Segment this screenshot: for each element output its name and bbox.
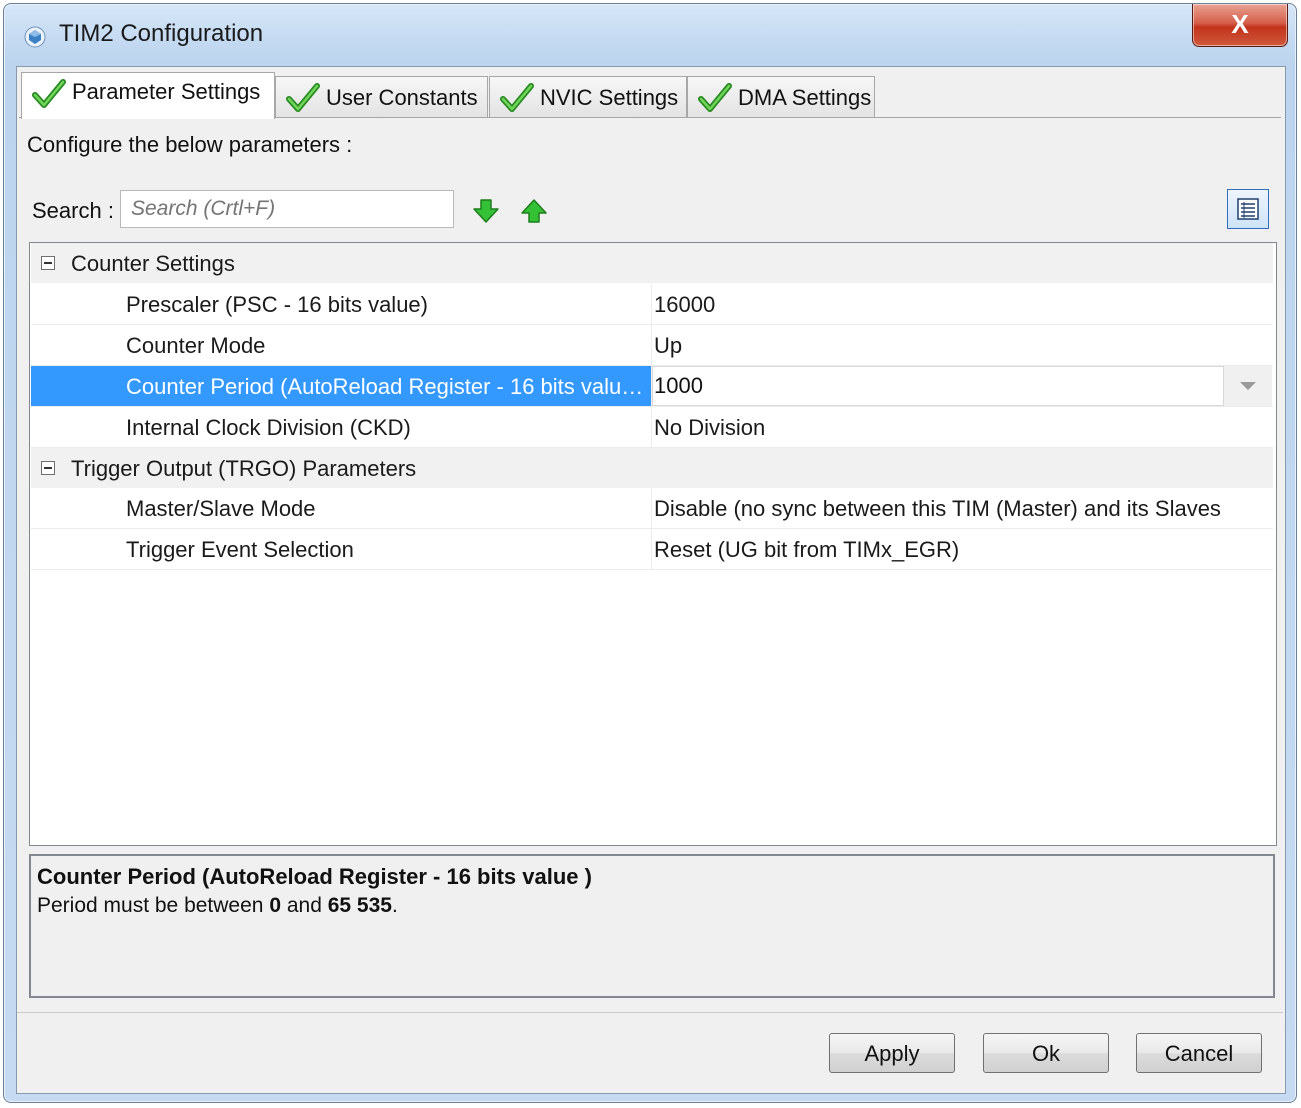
collapse-icon[interactable]: [41, 461, 55, 475]
table-row[interactable]: Master/Slave Mode Disable (no sync betwe…: [31, 488, 1273, 529]
param-name: Counter Period (AutoReload Register - 16…: [126, 374, 644, 399]
chevron-down-icon[interactable]: [1224, 366, 1272, 406]
close-button[interactable]: X: [1192, 4, 1288, 47]
app-icon: [24, 26, 46, 48]
apply-button[interactable]: Apply: [829, 1033, 955, 1073]
window-title: TIM2 Configuration: [59, 20, 264, 47]
param-name-cell: Prescaler (PSC - 16 bits value): [31, 284, 652, 324]
param-name: Prescaler (PSC - 16 bits value): [126, 292, 428, 317]
description-panel: Counter Period (AutoReload Register - 16…: [29, 854, 1275, 998]
description-text: Period must be between 0 and 65 535.: [37, 894, 398, 918]
tab-label: NVIC Settings: [540, 85, 679, 110]
arrow-up-icon[interactable]: [520, 198, 548, 224]
title-bar[interactable]: TIM2 Configuration X: [4, 4, 1296, 64]
cancel-button[interactable]: Cancel: [1136, 1033, 1262, 1073]
param-value-cell[interactable]: Disable (no sync between this TIM (Maste…: [652, 488, 1273, 528]
parameter-settings-panel: Configure the below parameters : Search …: [19, 117, 1281, 998]
collapse-icon[interactable]: [41, 256, 55, 270]
param-value-cell[interactable]: No Division: [652, 407, 1273, 447]
search-label: Search :: [32, 198, 114, 223]
param-name-cell: Counter Mode: [31, 325, 652, 365]
table-row-selected[interactable]: Counter Period (AutoReload Register - 16…: [31, 366, 1273, 407]
param-name-cell: Counter Period (AutoReload Register - 16…: [31, 366, 652, 406]
counter-period-input[interactable]: [652, 366, 1224, 406]
param-value: Disable (no sync between this TIM (Maste…: [654, 496, 1221, 521]
description-min: 0: [269, 894, 281, 917]
view-toggle-button[interactable]: [1227, 189, 1269, 229]
param-value-cell[interactable]: Reset (UG bit from TIMx_EGR): [652, 529, 1273, 569]
group-name: Trigger Output (TRGO) Parameters: [71, 456, 417, 481]
group-row-counter-settings[interactable]: Counter Settings: [31, 243, 1273, 283]
tab-parameter-settings[interactable]: Parameter Settings: [21, 72, 275, 119]
param-name: Trigger Event Selection: [126, 537, 354, 562]
footer-divider: [17, 1012, 1283, 1013]
table-row[interactable]: Trigger Event Selection Reset (UG bit fr…: [31, 529, 1273, 570]
param-value: Reset (UG bit from TIMx_EGR): [654, 537, 960, 562]
param-value: 16000: [654, 292, 716, 317]
param-name: Counter Mode: [126, 333, 266, 358]
param-name-cell: Trigger Event Selection: [31, 529, 652, 569]
tab-user-constants[interactable]: User Constants: [275, 76, 488, 117]
check-icon: [286, 83, 320, 112]
param-name: Internal Clock Division (CKD): [126, 415, 411, 440]
list-view-icon: [1237, 198, 1259, 220]
param-value: No Division: [654, 415, 766, 440]
description-title: Counter Period (AutoReload Register - 16…: [37, 864, 592, 889]
ok-button[interactable]: Ok: [983, 1033, 1109, 1073]
description-suffix: .: [391, 894, 398, 917]
instructions-text: Configure the below parameters :: [27, 132, 353, 157]
table-row[interactable]: Internal Clock Division (CKD) No Divisio…: [31, 407, 1273, 448]
param-value: Up: [654, 333, 683, 358]
description-mid: and: [281, 894, 328, 917]
param-name-cell: Master/Slave Mode: [31, 488, 652, 528]
tab-nvic-settings[interactable]: NVIC Settings: [489, 76, 687, 117]
check-icon: [32, 79, 66, 108]
table-row[interactable]: Counter Mode Up: [31, 325, 1273, 366]
check-icon: [698, 83, 732, 112]
tab-dma-settings[interactable]: DMA Settings: [687, 76, 875, 117]
dialog-content: Parameter Settings User Constants NVIC S…: [16, 66, 1286, 1094]
check-icon: [500, 83, 534, 112]
dialog-window: TIM2 Configuration X Parameter Settings …: [3, 3, 1297, 1103]
tab-label: DMA Settings: [738, 85, 872, 110]
parameter-grid: Counter Settings Prescaler (PSC - 16 bit…: [29, 242, 1277, 846]
group-name: Counter Settings: [71, 251, 235, 276]
table-row[interactable]: Prescaler (PSC - 16 bits value) 16000: [31, 284, 1273, 325]
param-name: Master/Slave Mode: [126, 496, 316, 521]
description-max: 65 535: [327, 894, 392, 917]
arrow-down-icon[interactable]: [472, 198, 500, 224]
description-prefix: Period must be between: [37, 894, 270, 917]
param-name-cell: Internal Clock Division (CKD): [31, 407, 652, 447]
tab-label: User Constants: [326, 85, 478, 110]
param-value-cell[interactable]: 16000: [652, 284, 1273, 324]
search-input[interactable]: [120, 190, 454, 228]
group-row-trigger-output[interactable]: Trigger Output (TRGO) Parameters: [31, 448, 1273, 488]
param-value-cell[interactable]: Up: [652, 325, 1273, 365]
tab-label: Parameter Settings: [72, 79, 261, 104]
